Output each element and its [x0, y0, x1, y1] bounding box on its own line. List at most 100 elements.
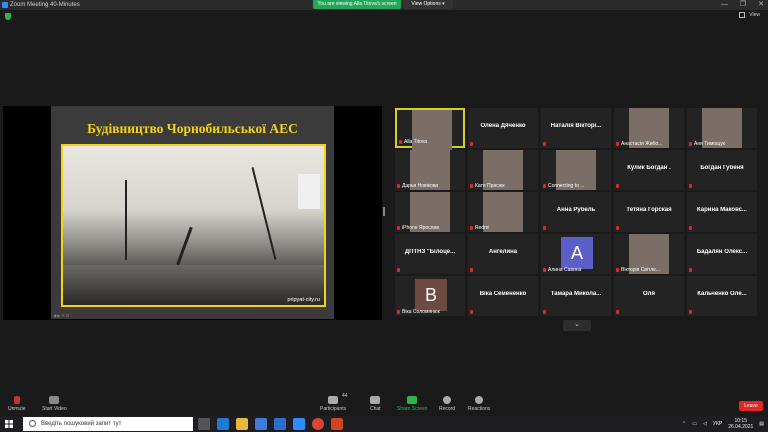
system-tray: ⌃ ▭ ◁ УКР 10:15 26.04.2021 ▤ — [682, 418, 764, 430]
search-placeholder: Введіть пошуковий запит тут — [41, 421, 122, 427]
muted-mic-icon — [397, 268, 400, 272]
participant-tile[interactable]: Віка Семененко — [468, 276, 538, 316]
record-button[interactable]: Record — [439, 396, 455, 412]
reactions-button[interactable]: Reactions — [468, 396, 490, 412]
maximize-icon[interactable]: ❐ — [740, 0, 746, 10]
split-resize-handle[interactable] — [383, 207, 385, 216]
participant-tile[interactable]: Ангелина — [468, 234, 538, 274]
participant-tile[interactable]: Карина Маковс... — [687, 192, 757, 232]
zoom-app-icon — [2, 2, 8, 8]
view-switcher[interactable]: View — [739, 12, 760, 18]
task-view-icon[interactable] — [198, 418, 210, 430]
chrome-icon[interactable] — [312, 418, 324, 430]
windows-start-icon[interactable] — [5, 420, 13, 428]
participant-name: Олена Дяченко — [480, 123, 526, 129]
participant-name: Кальченко Оле... — [697, 291, 747, 297]
record-icon — [443, 396, 452, 404]
view-label: View — [749, 12, 760, 18]
participant-name: Віка Соломянюк — [402, 309, 440, 315]
reactions-label: Reactions — [468, 406, 491, 412]
participant-tile[interactable]: ДПТНЗ "Білоце... — [395, 234, 465, 274]
viewing-screen-banner: You are viewing Alla Titova's screen — [313, 0, 401, 9]
zoom-taskbar-icon[interactable] — [293, 418, 305, 430]
slide-nav-icons[interactable]: ◀ ▶ ✎ ⊡ — [53, 313, 69, 318]
participants-label: Participants — [320, 406, 347, 412]
powerpoint-icon[interactable] — [331, 418, 343, 430]
muted-mic-icon — [689, 142, 692, 146]
participant-tile[interactable]: Бадалян Олекс... — [687, 234, 757, 274]
leave-button[interactable]: Leave — [739, 401, 763, 411]
participant-tile[interactable]: iPhone Ярослав — [395, 192, 465, 232]
tray-chevron-icon[interactable]: ⌃ — [682, 421, 686, 427]
participant-tile[interactable]: Тетяна Горская — [614, 192, 684, 232]
taskbar-clock[interactable]: 10:15 26.04.2021 — [728, 418, 753, 430]
participant-tile[interactable]: Вікторія Світле... — [614, 234, 684, 274]
participant-tile[interactable]: Наталія Вікторі... — [541, 108, 611, 148]
file-explorer-icon[interactable] — [236, 418, 248, 430]
view-options-button[interactable]: View Options ▾ — [403, 0, 453, 9]
network-icon[interactable]: ▭ — [692, 421, 697, 427]
participant-tile[interactable]: Олена Дяченко — [468, 108, 538, 148]
volume-icon[interactable]: ◁ — [703, 421, 707, 427]
record-label: Record — [439, 406, 456, 412]
participant-avatar: B — [415, 279, 447, 311]
notifications-icon[interactable]: ▤ — [759, 421, 764, 427]
chat-button[interactable]: Chat — [370, 396, 381, 412]
muted-mic-icon — [399, 140, 402, 144]
participant-tile[interactable]: Богдан Губеня — [687, 150, 757, 190]
mail-icon[interactable] — [274, 418, 286, 430]
photo-sign — [298, 174, 320, 209]
participant-tile[interactable]: Тамара Микола... — [541, 276, 611, 316]
edge-icon[interactable] — [217, 418, 229, 430]
participant-tile[interactable]: B Віка Соломянюк — [395, 276, 465, 316]
video-off-icon — [49, 396, 60, 404]
minimize-icon[interactable]: — — [721, 0, 728, 10]
share-screen-label: Share Screen — [397, 406, 428, 412]
muted-mic-icon — [616, 184, 619, 188]
presentation-slide: Будівництво Чорнобильської АЕС pripyat-c… — [51, 106, 334, 319]
participant-name: Ангелина — [488, 249, 518, 255]
participant-name: Дарья Новікова — [402, 183, 439, 189]
participant-name: ДПТНЗ "Білоце... — [404, 249, 456, 255]
participant-tile[interactable]: Дарья Новікова — [395, 150, 465, 190]
participant-tile[interactable]: Оля — [614, 276, 684, 316]
window-controls: — ❐ ✕ — [721, 0, 764, 10]
share-screen-icon — [407, 396, 418, 404]
participant-tile[interactable]: A Алина Савина — [541, 234, 611, 274]
muted-mic-icon — [689, 268, 692, 272]
unmute-button[interactable]: Unmute — [8, 396, 26, 412]
participant-tile[interactable]: Анастасія Жибо... — [614, 108, 684, 148]
photo-crane-right — [251, 167, 277, 260]
muted-mic-icon — [543, 226, 546, 230]
share-screen-button[interactable]: Share Screen — [397, 396, 428, 412]
participants-count: 44 — [342, 393, 348, 399]
muted-mic-icon — [616, 310, 619, 314]
participant-tile[interactable]: Кулик Богдан . — [614, 150, 684, 190]
close-icon[interactable]: ✕ — [758, 0, 764, 10]
muted-mic-icon — [397, 226, 400, 230]
language-indicator[interactable]: УКР — [713, 421, 722, 427]
participant-tile[interactable]: Анна Рубель — [541, 192, 611, 232]
participants-button[interactable]: Participants 44 — [320, 393, 348, 412]
participant-name: Бадалян Олекс... — [696, 249, 748, 255]
participant-tile[interactable]: Катя Прасюк — [468, 150, 538, 190]
search-icon — [29, 419, 36, 427]
muted-mic-icon — [397, 184, 400, 188]
participant-name: Аня Тимощук — [694, 141, 725, 147]
gallery-next-page-button[interactable]: ⌄ — [563, 320, 591, 331]
participant-name: Тетяна Горская — [626, 207, 672, 213]
participant-tile[interactable]: Connecting to ... — [541, 150, 611, 190]
taskbar-search-input[interactable]: Введіть пошуковий запит тут — [23, 417, 193, 431]
muted-mic-icon — [470, 226, 473, 230]
muted-mic-icon — [689, 226, 692, 230]
participant-tile[interactable]: Alla Titova — [395, 108, 465, 150]
start-video-button[interactable]: Start Video — [42, 396, 67, 412]
participant-tile[interactable]: Кальченко Оле... — [687, 276, 757, 316]
participant-tile[interactable]: Аня Тимощук — [687, 108, 757, 148]
participant-name: Алина Савина — [548, 267, 582, 273]
chat-label: Chat — [370, 406, 381, 412]
store-icon[interactable] — [255, 418, 267, 430]
security-shield-icon[interactable] — [5, 13, 11, 20]
muted-mic-icon — [616, 268, 619, 272]
participant-tile[interactable]: Redmi — [468, 192, 538, 232]
